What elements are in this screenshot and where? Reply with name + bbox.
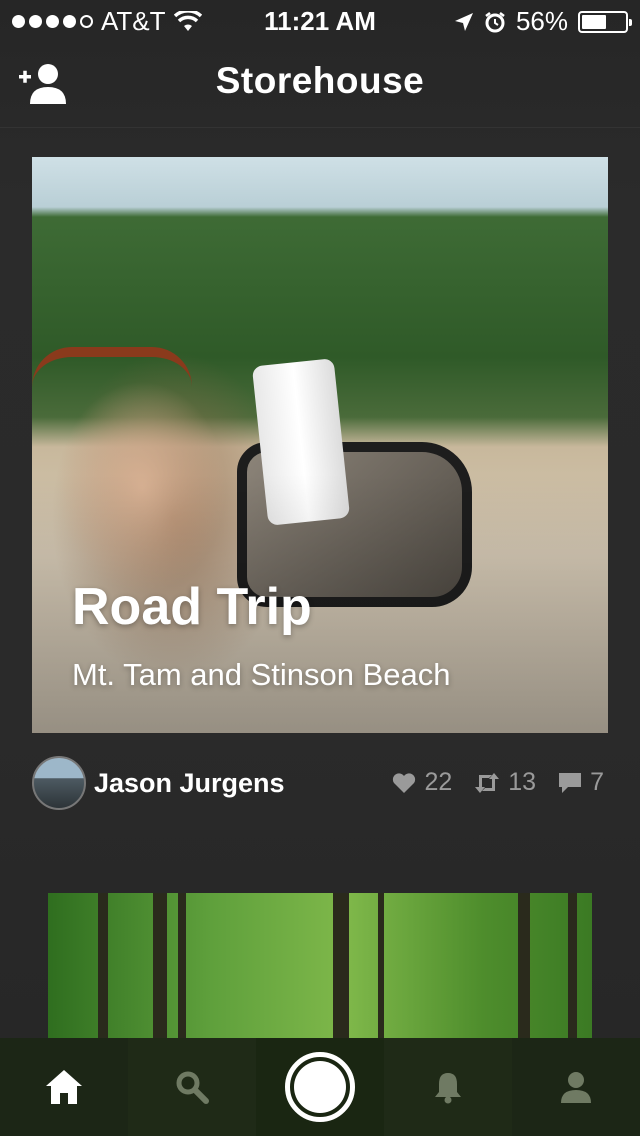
author-name[interactable]: Jason Jurgens [94,768,285,799]
bell-icon [435,1073,461,1104]
story-stats: 22 13 7 [392,768,604,797]
reposts-count: 13 [508,768,537,796]
battery-percent: 56% [515,6,568,36]
profile-icon [561,1072,591,1103]
comments-stat[interactable]: 7 [558,768,604,797]
avatar[interactable] [32,756,86,810]
tab-notifications[interactable] [384,1038,512,1136]
capture-icon [285,1052,355,1122]
nav-bar: Storehouse [0,40,640,128]
tab-home[interactable] [0,1038,128,1136]
status-right: 56% [454,6,632,37]
comments-count: 7 [590,768,604,796]
tab-profile[interactable] [512,1038,640,1136]
story-cover-image-2[interactable] [48,893,592,1043]
status-bar: AT&T 11:21 AM 56% [0,0,640,40]
story-cover-image[interactable]: Road Trip Mt. Tam and Stinson Beach [32,157,608,733]
comment-icon [559,772,582,793]
repost-icon [475,772,500,793]
home-icon [46,1070,82,1104]
tab-capture[interactable] [256,1038,384,1136]
tab-search[interactable] [128,1038,256,1136]
image-overlay [32,157,608,733]
app-screen: AT&T 11:21 AM 56% Storehouse Road Trip M… [0,0,640,1136]
tab-bar [0,1038,640,1136]
story-title: Road Trip [72,578,312,636]
reposts-stat[interactable]: 13 [474,768,536,797]
search-icon [176,1071,209,1104]
location-arrow-icon [454,12,473,31]
likes-stat[interactable]: 22 [392,768,452,797]
likes-count: 22 [424,768,453,796]
app-title: Storehouse [215,60,425,101]
battery-icon [578,10,632,33]
heart-icon [393,772,416,793]
alarm-icon [485,11,505,32]
story-meta-row: Jason Jurgens 22 13 7 [32,756,608,812]
story-subtitle: Mt. Tam and Stinson Beach [72,657,451,692]
